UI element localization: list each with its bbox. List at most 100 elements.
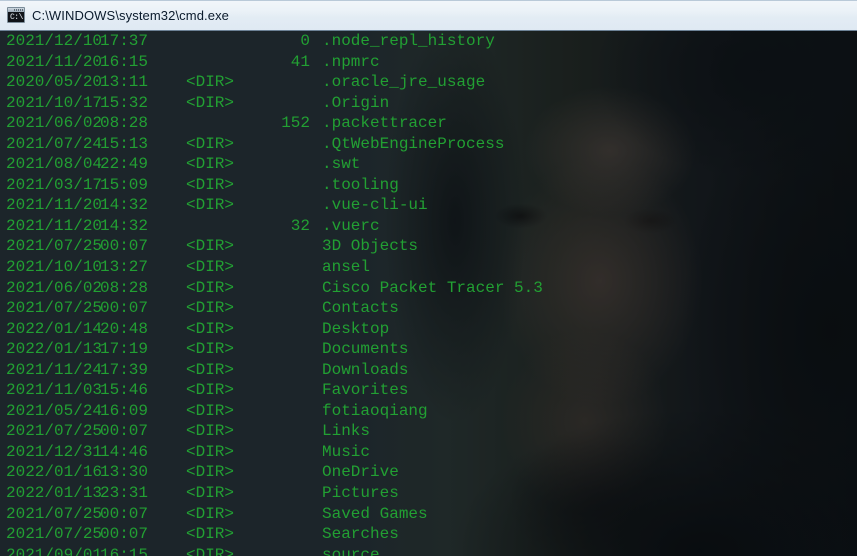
directory-entry-row: 2021/06/02 08:28 152 .packettracer: [0, 113, 857, 134]
icon-prompt-glyph: C:\: [10, 13, 23, 22]
entry-dir: <DIR>: [186, 381, 235, 400]
entry-name: .oracle_jre_usage: [322, 73, 486, 92]
entry-name: fotiaoqiang: [322, 401, 428, 420]
entry-date: 2021/11/03: [6, 381, 103, 400]
entry-dir: <DIR>: [186, 155, 235, 174]
entry-dir: <DIR>: [186, 258, 235, 277]
directory-entry-row: 2021/07/25 00:07 <DIR> 3D Objects: [0, 236, 857, 257]
entry-dir: <DIR>: [186, 299, 235, 318]
entry-name: .Origin: [322, 93, 390, 112]
entry-dir: <DIR>: [186, 504, 235, 523]
icon-title-bar-glyph: [8, 8, 24, 12]
entry-dir: <DIR>: [186, 340, 235, 359]
entry-date: 2021/09/01: [6, 545, 103, 556]
directory-entry-row: 2021/11/20 14:32 32 .vuerc: [0, 216, 857, 237]
entry-name: .packettracer: [322, 114, 447, 133]
entry-name: Downloads: [322, 360, 409, 379]
entry-time: 14:32: [100, 196, 149, 215]
entry-date: 2021/07/25: [6, 237, 103, 256]
directory-entry-row: 2021/07/24 15:13 <DIR> .QtWebEngineProcess: [0, 134, 857, 155]
entry-time: 17:39: [100, 360, 149, 379]
directory-entry-row: 2021/11/20 14:32 <DIR> .vue-cli-ui: [0, 195, 857, 216]
entry-time: 23:31: [100, 484, 149, 503]
entry-name: .tooling: [322, 175, 399, 194]
entry-time: 00:07: [100, 237, 149, 256]
entry-date: 2021/11/24: [6, 360, 103, 379]
entry-time: 16:15: [100, 545, 149, 556]
entry-name: Cisco Packet Tracer 5.3: [322, 278, 543, 297]
entry-dir: <DIR>: [186, 545, 235, 556]
entry-date: 2020/05/20: [6, 73, 103, 92]
entry-dir: <DIR>: [186, 134, 235, 153]
window-title-text: C:\WINDOWS\system32\cmd.exe: [32, 7, 230, 23]
directory-entry-row: 2021/10/10 13:27 <DIR> ansel: [0, 257, 857, 278]
entry-name: ansel: [322, 258, 371, 277]
entry-date: 2022/01/14: [6, 319, 103, 338]
entry-name: Links: [322, 422, 371, 441]
entry-date: 2021/12/10: [6, 32, 103, 50]
entry-date: 2021/06/02: [6, 278, 103, 297]
directory-entry-row: 2021/07/25 00:07 <DIR> Contacts: [0, 298, 857, 319]
entry-name: Music: [322, 442, 371, 461]
entry-dir: <DIR>: [186, 422, 235, 441]
entry-dir: <DIR>: [186, 196, 235, 215]
entry-time: 15:46: [100, 381, 149, 400]
entry-time: 15:32: [100, 93, 149, 112]
entry-dir: <DIR>: [186, 93, 235, 112]
entry-date: 2022/01/16: [6, 463, 103, 482]
entry-name: 3D Objects: [322, 237, 419, 256]
entry-time: 22:49: [100, 155, 149, 174]
entry-time: 00:07: [100, 504, 149, 523]
entry-time: 13:27: [100, 258, 149, 277]
directory-entry-row: 2022/01/14 20:48 <DIR> Desktop: [0, 319, 857, 340]
entry-date: 2021/07/24: [6, 134, 103, 153]
console-output-area[interactable]: 2021/12/10 17:37 0 .node_repl_history 2021/1…: [0, 31, 857, 556]
entry-name: Contacts: [322, 299, 399, 318]
entry-time: 14:32: [100, 216, 149, 235]
directory-entry-row: 2021/06/02 08:28 <DIR> Cisco Packet Tracer …: [0, 278, 857, 299]
cmd-window: C:\ C:\WINDOWS\system32\cmd.exe 2021/12/…: [0, 0, 857, 556]
entry-time: 15:13: [100, 134, 149, 153]
entry-name: source: [322, 545, 380, 556]
entry-name: .vue-cli-ui: [322, 196, 428, 215]
entry-date: 2021/10/10: [6, 258, 103, 277]
entry-name: Desktop: [322, 319, 390, 338]
window-title-bar[interactable]: C:\ C:\WINDOWS\system32\cmd.exe: [0, 0, 857, 31]
entry-date: 2021/08/04: [6, 155, 103, 174]
entry-dir: <DIR>: [186, 278, 235, 297]
directory-entry-row: 2021/03/17 15:09 <DIR> .tooling: [0, 175, 857, 196]
entry-date: 2021/06/02: [6, 114, 103, 133]
entry-time: 20:48: [100, 319, 149, 338]
directory-listing: 2021/12/10 17:37 0 .node_repl_history 2021/1…: [0, 31, 857, 556]
entry-time: 16:09: [100, 401, 149, 420]
entry-time: 14:46: [100, 442, 149, 461]
entry-name: Saved Games: [322, 504, 428, 523]
entry-dir: <DIR>: [186, 442, 235, 461]
entry-time: 08:28: [100, 114, 149, 133]
directory-entry-row: 2021/07/25 00:07 <DIR> Saved Games: [0, 504, 857, 525]
cmd-console-icon: C:\: [7, 7, 25, 23]
entry-dir: <DIR>: [186, 401, 235, 420]
entry-time: 00:07: [100, 299, 149, 318]
entry-name: Documents: [322, 340, 409, 359]
entry-name: .swt: [322, 155, 361, 174]
entry-time: 16:15: [100, 52, 149, 71]
entry-dir: <DIR>: [186, 360, 235, 379]
directory-entry-row: 2021/11/03 15:46 <DIR> Favorites: [0, 380, 857, 401]
entry-time: 17:37: [100, 32, 149, 50]
entry-date: 2021/11/20: [6, 216, 103, 235]
entry-date: 2021/10/17: [6, 93, 103, 112]
directory-entry-row: 2021/05/24 16:09 <DIR> fotiaoqiang: [0, 401, 857, 422]
entry-date: 2022/01/13: [6, 340, 103, 359]
entry-size: 152: [281, 114, 310, 133]
entry-dir: <DIR>: [186, 525, 235, 544]
entry-date: 2022/01/13: [6, 484, 103, 503]
entry-time: 13:30: [100, 463, 149, 482]
entry-dir: <DIR>: [186, 463, 235, 482]
entry-name: .vuerc: [322, 216, 380, 235]
entry-date: 2021/11/20: [6, 52, 103, 71]
entry-time: 13:11: [100, 73, 149, 92]
entry-dir: <DIR>: [186, 237, 235, 256]
entry-time: 00:07: [100, 422, 149, 441]
entry-name: .node_repl_history: [322, 32, 495, 50]
